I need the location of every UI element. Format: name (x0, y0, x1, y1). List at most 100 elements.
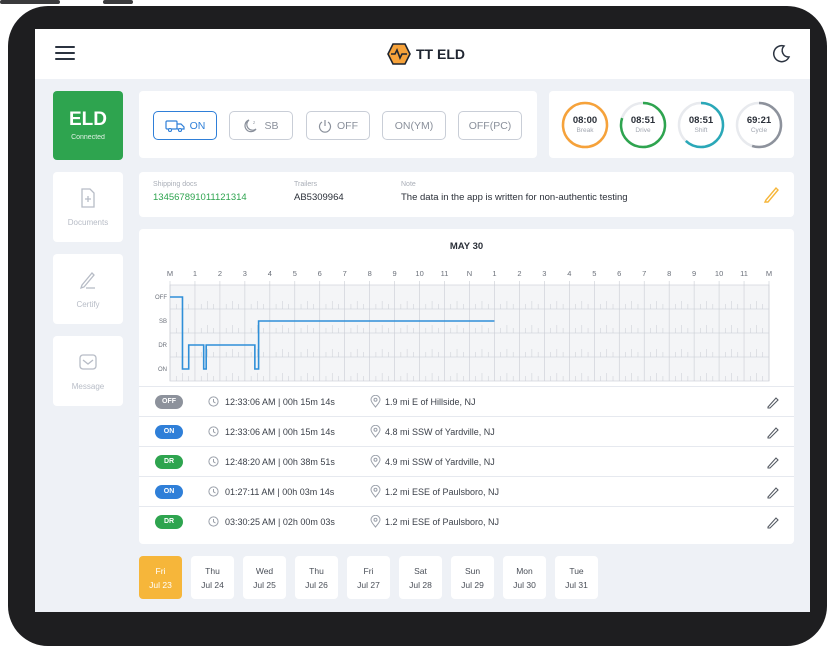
power-icon (318, 119, 332, 133)
sleep-icon: z (244, 118, 257, 132)
edit-pencil-icon[interactable] (766, 395, 780, 409)
status-offpc-label: OFF(PC) (468, 119, 512, 132)
graph-hour-label: 8 (667, 269, 671, 278)
graph-hour-label: 2 (218, 269, 222, 278)
eld-label: ELD (69, 109, 107, 130)
log-entry-row[interactable]: OFF 12:33:06 AM | 00h 15m 14s 1.9 mi E of … (139, 386, 794, 416)
graph-status-label: OFF (155, 295, 167, 301)
status-sb-label: SB (264, 119, 279, 132)
log-entry-row[interactable]: ON 01:27:11 AM | 00h 03m 14s 1.2 mi ESE of… (139, 476, 794, 506)
day-date: Jul 30 (513, 580, 536, 590)
sidebar-item-certify[interactable]: Certify (53, 254, 123, 324)
status-off-button[interactable]: OFF (306, 111, 370, 140)
menu-icon[interactable] (55, 45, 75, 61)
day-date: Jul 23 (149, 580, 172, 590)
edit-pencil-icon[interactable] (766, 455, 780, 469)
shipping-docs-value: 134567891011121314 (153, 192, 247, 203)
moon-icon[interactable] (771, 44, 791, 64)
day-date: Jul 25 (253, 580, 276, 590)
day-tab[interactable]: Thu Jul 24 (191, 556, 234, 599)
location-pin-icon (370, 395, 381, 408)
day-weekday: Wed (255, 566, 274, 576)
status-on-button[interactable]: ON (153, 111, 217, 140)
day-weekday: Sat (414, 566, 427, 576)
timer-drive: 08:51 Drive (619, 101, 667, 149)
volume-button (103, 0, 133, 4)
graph-hour-label: 9 (692, 269, 696, 278)
log-entry-row[interactable]: DR 03:30:25 AM | 02h 00m 03s 1.2 mi ESE of… (139, 506, 794, 536)
day-date: Jul 31 (565, 580, 588, 590)
status-badge: ON (155, 485, 183, 499)
day-tab[interactable]: Thu Jul 26 (295, 556, 338, 599)
timer-label: Break (576, 127, 594, 134)
graph-hour-label: 5 (592, 269, 596, 278)
status-offpc-button[interactable]: OFF(PC) (458, 111, 522, 140)
day-date: Jul 24 (201, 580, 224, 590)
day-weekday: Fri (363, 566, 374, 576)
sidebar-item-documents[interactable]: Documents (53, 172, 123, 242)
day-weekday: Tue (569, 566, 584, 576)
note: Note The data in the app is written for … (401, 181, 628, 203)
timer-label: Shift (694, 127, 708, 134)
location-pin-icon (370, 425, 381, 438)
timer-value: 69:21 (746, 115, 772, 126)
graph-hour-label: 10 (415, 269, 423, 278)
day-tab[interactable]: Sun Jul 29 (451, 556, 494, 599)
day-weekday: Fri (155, 566, 166, 576)
svg-text:z: z (253, 120, 256, 125)
day-date: Jul 29 (461, 580, 484, 590)
sidebar-item-label: Certify (76, 300, 100, 309)
status-off-label: OFF (337, 119, 358, 132)
trailers-value: AB5309964 (294, 192, 344, 203)
graph-hour-label: 9 (393, 269, 397, 278)
status-onym-button[interactable]: ON(YM) (382, 111, 446, 140)
status-badge: DR (155, 515, 183, 529)
day-tab[interactable]: Fri Jul 27 (347, 556, 390, 599)
shipping-docs-label: Shipping docs (153, 181, 197, 188)
log-graph: M 1 2 3 4 5 6 7 8 9 10 11 N 1 2 3 4 5 6 7 8 9 10 11 M OFF SB DR ON (155, 269, 772, 382)
timer-shift: 08:51 Shift (677, 101, 725, 149)
location-pin-icon (370, 455, 381, 468)
edit-pencil-icon[interactable] (766, 425, 780, 439)
day-weekday: Mon (516, 566, 533, 576)
eld-connection-status[interactable]: ELD Connected (53, 91, 123, 160)
log-entry-location: 1.2 mi ESE of Paulsboro, NJ (385, 487, 500, 497)
logo-icon (387, 43, 411, 65)
day-tab[interactable]: Fri Jul 23 (139, 556, 182, 599)
status-on-label: ON (189, 119, 206, 132)
timer-value: 08:51 (630, 115, 656, 126)
duty-status-panel: ON z SB OFF ON(YM) OFF(PC) (139, 91, 537, 158)
log-entry-time: 01:27:11 AM | 00h 03m 14s (225, 487, 335, 497)
day-tab[interactable]: Wed Jul 25 (243, 556, 286, 599)
graph-hour-label: 6 (318, 269, 322, 278)
edit-pencil-icon[interactable] (766, 485, 780, 499)
day-tab[interactable]: Mon Jul 30 (503, 556, 546, 599)
day-date: Jul 26 (305, 580, 328, 590)
shipping-docs: Shipping docs 134567891011121314 (153, 181, 247, 203)
status-sb-button[interactable]: z SB (229, 111, 293, 140)
envelope-icon (79, 354, 97, 370)
day-tab[interactable]: Sat Jul 28 (399, 556, 442, 599)
clock-icon (208, 396, 219, 407)
note-value: The data in the app is written for non-a… (401, 192, 628, 203)
graph-hour-label: M (167, 269, 173, 278)
graph-status-label: DR (158, 343, 167, 349)
log-entry-row[interactable]: DR 12:48:20 AM | 00h 38m 51s 4.9 mi SSW of… (139, 446, 794, 476)
day-tab[interactable]: Tue Jul 31 (555, 556, 598, 599)
clock-icon (208, 486, 219, 497)
log-entry-location: 1.2 mi ESE of Paulsboro, NJ (385, 517, 500, 527)
timer-label: Cycle (750, 127, 768, 134)
edit-pencil-icon[interactable] (766, 515, 780, 529)
location-pin-icon (370, 485, 381, 498)
app-logo: TT ELD (387, 42, 465, 66)
graph-hour-label: 7 (343, 269, 347, 278)
timer-label: Drive (635, 127, 651, 134)
log-entry-row[interactable]: ON 12:33:06 AM | 00h 15m 14s 4.8 mi SSW of… (139, 416, 794, 446)
edit-pencil-icon[interactable] (763, 185, 781, 203)
log-entry-time: 12:48:20 AM | 00h 38m 51s (225, 457, 335, 467)
hos-timers-panel: 08:00 Break 08:51 Drive 08:51 Shift 69:2… (549, 91, 794, 158)
clock-icon (208, 516, 219, 527)
eld-status: Connected (71, 134, 105, 141)
sidebar-item-message[interactable]: Message (53, 336, 123, 406)
graph-hour-label: 8 (368, 269, 372, 278)
